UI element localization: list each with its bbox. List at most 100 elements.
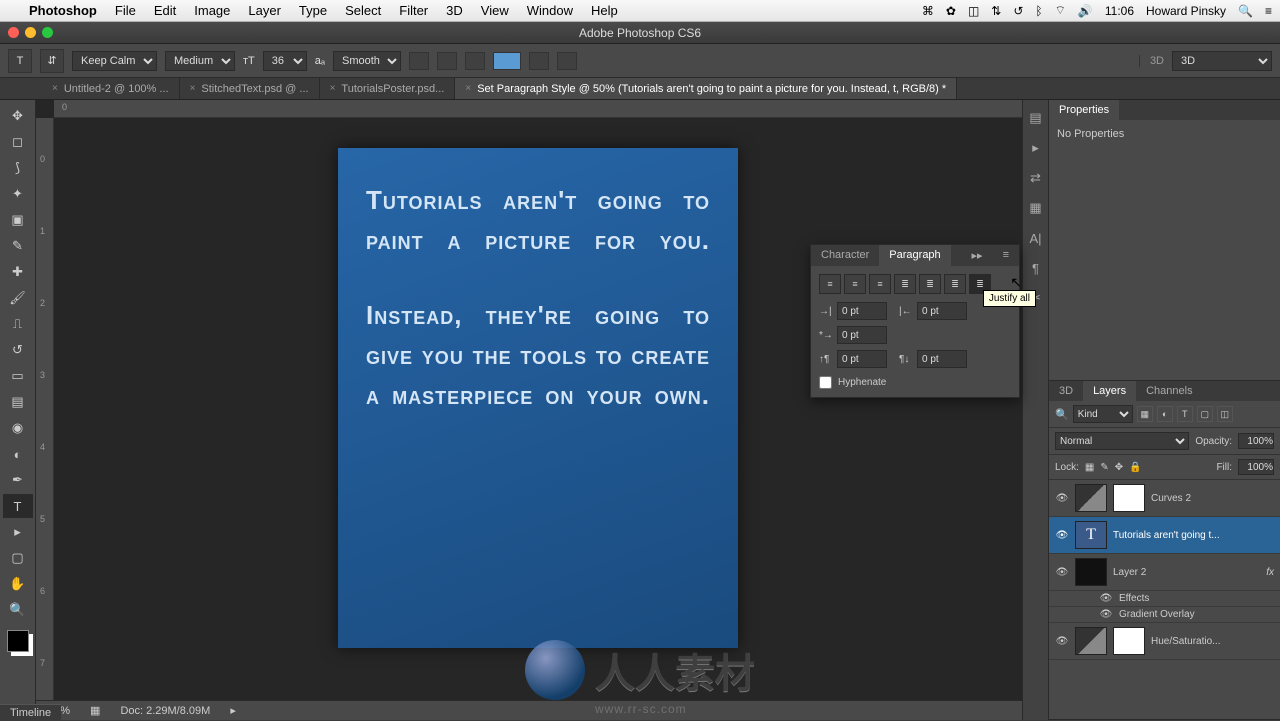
username[interactable]: Howard Pinsky	[1146, 4, 1226, 18]
antialias-select[interactable]: Smooth	[333, 51, 401, 71]
menu-filter[interactable]: Filter	[390, 3, 437, 18]
layer-row[interactable]: 👁 T Tutorials aren't going t...	[1049, 517, 1280, 554]
close-tab-icon[interactable]: ×	[465, 83, 471, 94]
filter-shape-icon[interactable]: ▢	[1197, 406, 1213, 422]
dodge-tool[interactable]: ◐	[3, 442, 33, 466]
layer-thumb[interactable]	[1075, 484, 1107, 512]
mask-thumb[interactable]	[1113, 627, 1145, 655]
visibility-icon[interactable]: 👁	[1055, 493, 1069, 504]
tray-icon[interactable]: ✿	[946, 4, 956, 18]
document-tab[interactable]: ×StitchedText.psd @ ...	[180, 78, 320, 99]
notification-icon[interactable]: ≡	[1265, 4, 1272, 18]
marquee-tool[interactable]: ◻	[3, 130, 33, 154]
history-brush-tool[interactable]: ↺	[3, 338, 33, 362]
layer-name[interactable]: Layer 2	[1113, 567, 1260, 578]
filter-kind-select[interactable]: Kind	[1073, 405, 1133, 423]
eraser-tool[interactable]: ▭	[3, 364, 33, 388]
indent-right-input[interactable]	[917, 302, 967, 320]
layer-name[interactable]: Tutorials aren't going t...	[1113, 530, 1274, 541]
layers-tab[interactable]: Layers	[1083, 381, 1136, 401]
lock-all-icon[interactable]: 🔒	[1129, 462, 1141, 473]
history-panel-icon[interactable]: ▤	[1026, 108, 1046, 128]
filter-adj-icon[interactable]: ◐	[1157, 406, 1173, 422]
shape-tool[interactable]: ▢	[3, 546, 33, 570]
layer-name[interactable]: Hue/Saturatio...	[1151, 636, 1274, 647]
collapse-icon[interactable]: ▸▸	[962, 245, 993, 266]
font-family-select[interactable]: Keep Calm	[72, 51, 157, 71]
filter-type-icon[interactable]: T	[1177, 406, 1193, 422]
menu-file[interactable]: File	[106, 3, 145, 18]
adjustments-panel-icon[interactable]: ⇄	[1026, 168, 1046, 188]
filter-smart-icon[interactable]: ◫	[1217, 406, 1233, 422]
actions-panel-icon[interactable]: ▸	[1026, 138, 1046, 158]
visibility-icon[interactable]: 👁	[1055, 567, 1069, 578]
tool-preset-icon[interactable]: T	[8, 49, 32, 73]
panel-menu-icon[interactable]: ≡	[993, 245, 1019, 266]
menu-view[interactable]: View	[472, 3, 518, 18]
hand-tool[interactable]: ✋	[3, 572, 33, 596]
heal-tool[interactable]: ✚	[3, 260, 33, 284]
tray-icon[interactable]: ↺	[1013, 4, 1023, 18]
menu-layer[interactable]: Layer	[239, 3, 290, 18]
document-tab[interactable]: ×Untitled-2 @ 100% ...	[42, 78, 180, 99]
layer-row[interactable]: 👁 Curves 2	[1049, 480, 1280, 517]
paragraph-panel-icon[interactable]: ¶	[1026, 258, 1046, 278]
close-tab-icon[interactable]: ×	[190, 83, 196, 94]
doc-popup-icon[interactable]: ▸	[230, 704, 236, 717]
canvas[interactable]: Tutorials aren't going to paint a pictur…	[54, 118, 1022, 700]
type-tool[interactable]: T	[3, 494, 33, 518]
menu-type[interactable]: Type	[290, 3, 336, 18]
layer-row[interactable]: 👁 Layer 2 fx	[1049, 554, 1280, 591]
warp-text-button[interactable]	[529, 52, 549, 70]
panels-toggle-button[interactable]	[557, 52, 577, 70]
stamp-tool[interactable]: ⎍	[3, 312, 33, 336]
menu-3d[interactable]: 3D	[437, 3, 472, 18]
menu-photoshop[interactable]: Photoshop	[20, 3, 106, 18]
channels-tab[interactable]: Channels	[1136, 381, 1202, 401]
blur-tool[interactable]: ◉	[3, 416, 33, 440]
fill-input[interactable]	[1238, 459, 1274, 475]
font-size-select[interactable]: 36 pt	[263, 51, 307, 71]
close-tab-icon[interactable]: ×	[52, 83, 58, 94]
paragraph-panel[interactable]: Character Paragraph ▸▸ ≡ ≡ ≡ ≡ ≣ ≣ ≣ ≣ →…	[810, 244, 1020, 398]
document-tab[interactable]: ×TutorialsPoster.psd...	[320, 78, 456, 99]
wand-tool[interactable]: ✦	[3, 182, 33, 206]
tray-icon[interactable]: ⌘	[922, 4, 934, 18]
character-tab[interactable]: Character	[811, 245, 879, 266]
zoom-tool[interactable]: 🔍	[3, 598, 33, 622]
space-after-input[interactable]	[917, 350, 967, 368]
character-panel-icon[interactable]: A|	[1026, 228, 1046, 248]
hyphenate-checkbox[interactable]	[819, 376, 832, 389]
layer-name[interactable]: Curves 2	[1151, 493, 1274, 504]
align-left-button[interactable]	[409, 52, 429, 70]
properties-tab[interactable]: Properties	[1049, 100, 1119, 120]
lock-trans-icon[interactable]: ▦	[1085, 462, 1094, 473]
blend-mode-select[interactable]: Normal	[1055, 432, 1189, 450]
lock-pixel-icon[interactable]: ✎	[1100, 462, 1108, 473]
justify-last-left-button[interactable]: ≣	[894, 274, 916, 294]
layer-thumb[interactable]	[1075, 627, 1107, 655]
align-center-button[interactable]: ≡	[844, 274, 866, 294]
doc-info-icon[interactable]: ▦	[90, 704, 100, 717]
brush-tool[interactable]: 🖌	[3, 286, 33, 310]
font-weight-select[interactable]: Medium	[165, 51, 235, 71]
text-color-swatch[interactable]	[493, 52, 521, 70]
timeline-tab[interactable]: Timeline	[0, 704, 61, 721]
eyedropper-tool[interactable]: ✎	[3, 234, 33, 258]
layer-thumb[interactable]: T	[1075, 521, 1107, 549]
wifi-icon[interactable]: ⌔	[1055, 3, 1066, 18]
opacity-input[interactable]	[1238, 433, 1274, 449]
align-right-button[interactable]: ≡	[869, 274, 891, 294]
fx-badge[interactable]: fx	[1266, 567, 1274, 578]
align-left-button[interactable]: ≡	[819, 274, 841, 294]
3d-select[interactable]: 3D	[1172, 51, 1272, 71]
filter-pixel-icon[interactable]: ▦	[1137, 406, 1153, 422]
space-before-input[interactable]	[837, 350, 887, 368]
3d-tab[interactable]: 3D	[1049, 381, 1083, 401]
menu-help[interactable]: Help	[582, 3, 627, 18]
justify-last-center-button[interactable]: ≣	[919, 274, 941, 294]
indent-first-input[interactable]	[837, 326, 887, 344]
search-icon[interactable]: 🔍	[1055, 408, 1069, 421]
clock[interactable]: 11:06	[1105, 4, 1134, 18]
mask-thumb[interactable]	[1113, 484, 1145, 512]
